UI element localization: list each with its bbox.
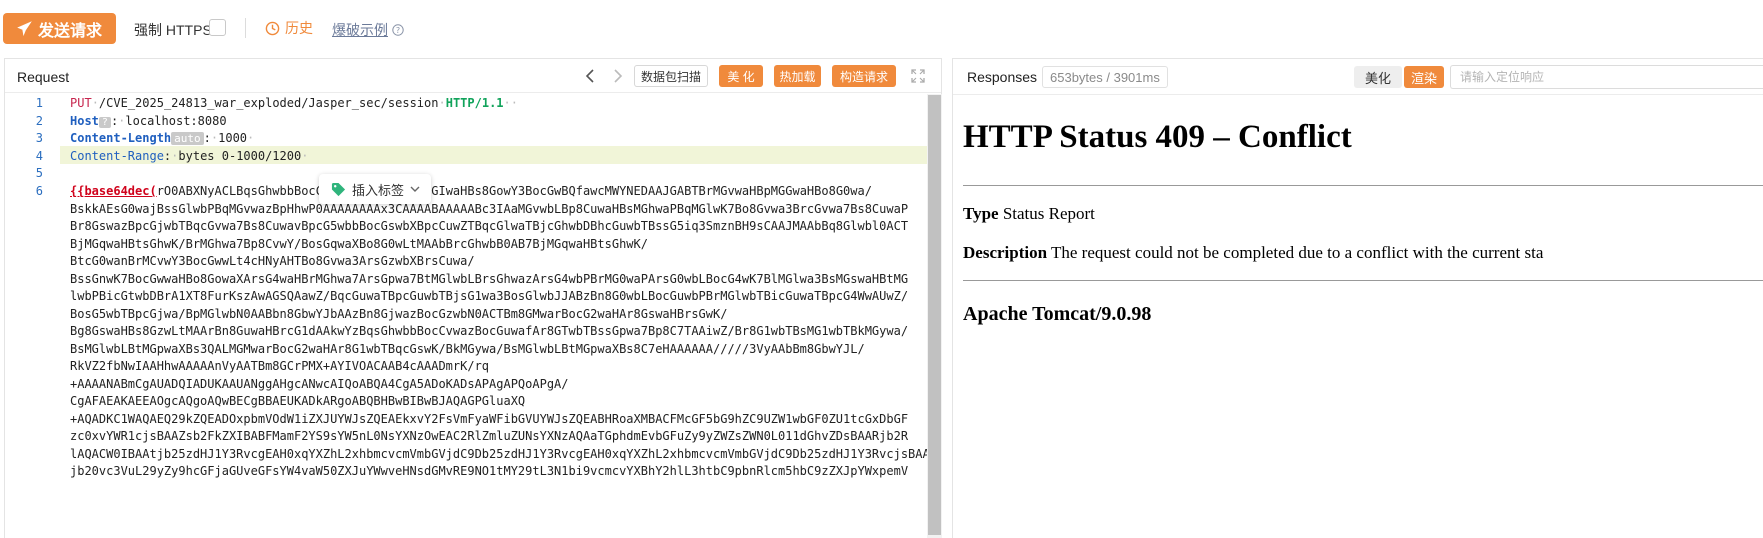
- response-divider: [963, 280, 1763, 281]
- force-https-label: 强制 HTTPS: [134, 22, 212, 38]
- send-request-button[interactable]: 发送请求: [3, 13, 116, 44]
- header-value: localhost:8080: [125, 114, 227, 128]
- svg-text:?: ?: [396, 26, 400, 35]
- response-title: Responses: [967, 69, 1038, 85]
- expand-icon[interactable]: [911, 69, 925, 83]
- tag-icon: [331, 182, 346, 196]
- body-line: {{base64dec(rO0ABXNyACLBqsGhwbbBocCuwbXB…: [70, 184, 872, 198]
- line-number-gutter: 1 2 3 4 5 6: [5, 94, 60, 538]
- force-https-checkbox[interactable]: [209, 19, 226, 36]
- body-line: Bg8GswaHBs8GzwLtMAArBn8GuwaHBrcG1dAAkwYz…: [70, 324, 909, 338]
- line-number: 6: [35, 184, 43, 198]
- top-toolbar: 发送请求 强制 HTTPS 历史 爆破示例 ?: [0, 0, 1763, 58]
- response-beautify-button[interactable]: 美化: [1354, 66, 1402, 88]
- response-render-button[interactable]: 渲染: [1404, 66, 1444, 88]
- response-header: Responses 653bytes / 3901ms 美化 渲染: [953, 59, 1763, 95]
- request-panel: Request 数据包扫描 美 化 热加载 构造请求 1 2 3 4 5 6 P…: [4, 58, 942, 538]
- request-title: Request: [17, 69, 70, 85]
- body-line: +AQADKC1WAQAEQ29kZQEADOxpbmVOdW1iZXJUYWJ…: [70, 411, 909, 426]
- body-line: BsMGlwbLBtMGpwaXBs3QALMGMwarBocG2waHAr8G…: [70, 341, 865, 356]
- response-render-view: HTTP Status 409 – Conflict Type Status R…: [953, 96, 1763, 538]
- line-number: 4: [35, 149, 43, 163]
- auto-badge[interactable]: auto: [171, 132, 204, 145]
- history-label: 历史: [285, 20, 313, 36]
- body-line: lAQACW0IBAAtjb25zdHJ1Y3RvcgEAH0xqYXZhL2x…: [70, 446, 927, 461]
- chevron-right-icon[interactable]: [611, 68, 625, 84]
- toolbar-divider: [245, 18, 246, 38]
- header-line-host: Host?:·localhost:8080: [70, 114, 227, 128]
- request-line: PUT·/CVE_2025_24813_war_exploded/Jasper_…: [70, 96, 518, 110]
- body-line: CgAFAEAKAEEAOgcAQgoAQwBECgBBAEUKADkARgoA…: [70, 394, 526, 408]
- header-name: Host: [70, 114, 99, 128]
- body-line: BssGnwK7BocGwwaHBo8GowaXArsG4waHBrMGhwa7…: [70, 271, 909, 286]
- send-icon: [17, 21, 32, 36]
- body-line: +AAAANABmCgAUADQIADUKAAUANggAHgcANwcAIQo…: [70, 376, 569, 391]
- insert-tag-label: 插入标签: [352, 182, 405, 198]
- body-line: RkVZ2fbNwIAAHhwAAAAAnVyAATBm8GCrPMX+AYIV…: [70, 359, 490, 373]
- insert-tag-dropdown[interactable]: 插入标签: [319, 174, 431, 204]
- body-line: BjMGqwaHBtsGhwK/BrMGhwa7Bp8CvwY/BosGqwaX…: [70, 236, 648, 251]
- brute-examples-label: 爆破示例: [332, 22, 388, 38]
- line-number: 2: [35, 114, 43, 128]
- editor-scrollbar-thumb[interactable]: [928, 95, 941, 535]
- line-number: 1: [35, 96, 43, 110]
- response-divider: [963, 185, 1763, 186]
- body-line: lwbPBicGtwbDBrA1XT8FurKszAwAGSQAawZ/BqcG…: [70, 289, 909, 303]
- packet-scan-button[interactable]: 数据包扫描: [634, 65, 709, 87]
- header-line-content-length: Content-Length auto:·1000·: [70, 131, 255, 145]
- header-value: 1000: [218, 131, 248, 145]
- line-number: 5: [35, 166, 43, 180]
- send-request-label: 发送请求: [37, 22, 102, 40]
- body-text: rO0ABXNyACLBqsGhwbbBocCuwbXBtMGpwazArsGI…: [156, 184, 872, 198]
- response-status-heading: HTTP Status 409 – Conflict: [963, 119, 1352, 155]
- header-value: bytes 0-1000/1200: [178, 149, 302, 163]
- base64dec-tag: {{base64dec(: [70, 184, 157, 198]
- hotload-button[interactable]: 热加载: [774, 65, 821, 87]
- header-name: Content-Range: [70, 149, 164, 163]
- body-line: BskkAEsG0wajBssGlwbPBqMGvwazBpHhwP0AAAAA…: [70, 201, 909, 216]
- body-line: Br8GswazBpcGjwbTBqcGvwa7Bs8CuwavBpcG5wbb…: [70, 219, 909, 233]
- http-protocol: HTTP/1.1: [445, 96, 504, 110]
- response-size-time: 653bytes / 3901ms: [1042, 66, 1168, 88]
- beautify-button[interactable]: 美 化: [719, 65, 763, 87]
- type-value: Status Report: [1002, 204, 1095, 223]
- body-line: BtcG0wanBrMCvwY3BocGwwLt4cHNyAHTBo8Gvwa3…: [70, 254, 475, 268]
- type-label: Type: [963, 204, 999, 223]
- body-line: jb20vc3VuL29yZy9hcGFjaGUveGFsYW4vaW50ZXJ…: [70, 464, 909, 478]
- response-panel: Responses 653bytes / 3901ms 美化 渲染 HTTP S…: [952, 58, 1763, 538]
- brute-examples-link[interactable]: 爆破示例 ?: [332, 20, 404, 40]
- request-editor[interactable]: 1 2 3 4 5 6 PUT·/CVE_2025_24813_war_expl…: [5, 94, 927, 538]
- history-button[interactable]: 历史: [265, 18, 313, 38]
- clock-icon: [265, 21, 280, 35]
- header-line-content-range: Content-Range:·bytes 0-1000/1200·: [70, 149, 309, 163]
- header-name: Content-Length: [70, 131, 172, 145]
- response-type: Type Status Report: [963, 204, 1095, 224]
- help-badge[interactable]: ?: [98, 117, 111, 128]
- help-icon: ?: [392, 24, 404, 36]
- chevron-left-icon[interactable]: [583, 68, 597, 84]
- http-method: PUT: [70, 96, 92, 110]
- description-value: The request could not be completed due t…: [1051, 243, 1544, 262]
- build-request-button[interactable]: 构造请求: [832, 65, 896, 87]
- request-header: Request 数据包扫描 美 化 热加载 构造请求: [5, 59, 941, 93]
- description-label: Description: [963, 243, 1048, 262]
- request-path: /CVE_2025_24813_war_exploded/Jasper_sec/…: [98, 96, 439, 110]
- response-search-input[interactable]: [1450, 65, 1763, 89]
- response-description: Description The request could not be com…: [963, 243, 1543, 263]
- body-line: zc0xvYWR1cjsBAAZsb2FkZXIBABFMamF2YS9sYW5…: [70, 429, 909, 443]
- chevron-down-icon: [410, 186, 420, 192]
- line-number: 3: [35, 131, 43, 145]
- server-footer: Apache Tomcat/9.0.98: [963, 303, 1152, 325]
- body-line: BosG5wbTBpcGjwa/BpMGlwbN0AABbn8GbwYJbAAz…: [70, 306, 728, 321]
